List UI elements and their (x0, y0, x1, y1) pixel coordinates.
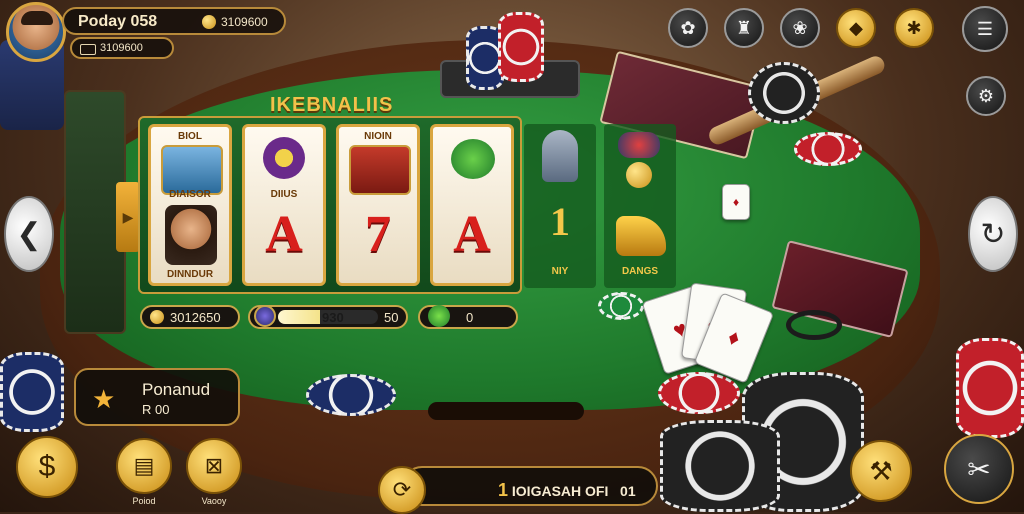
coins-stat: 3012650 (140, 305, 240, 329)
star-bolt-icon: ★ (92, 384, 116, 414)
chip-stack-black-front-2 (660, 420, 780, 512)
trophy-icon[interactable]: ♜ (724, 8, 764, 48)
coins-value: 3012650 (170, 310, 221, 325)
reel-big-symbol: A (265, 206, 303, 263)
slot-title: IKEBNALIIS (270, 94, 394, 116)
slot-reel-1: BIOL DIAISOR DINNDUR (148, 124, 232, 286)
pot-label: Ponanud (142, 380, 211, 399)
chip-ring (786, 310, 842, 340)
flower-icon[interactable]: ✿ (668, 8, 708, 48)
shield-icon[interactable]: ◆ (836, 8, 876, 48)
chip-red-cue (794, 132, 862, 166)
progress-stat: 930 50 (248, 305, 408, 329)
slot-reels-panel: BIOL DIAISOR DINNDUR DIIUS A NIOIN 7 A (138, 116, 522, 294)
pot-amount: R 00 (142, 402, 170, 417)
spin-icon[interactable]: ⟳ (378, 466, 426, 514)
bottom-status-label: IOIGASAH (511, 483, 582, 499)
reel-sub-label: DIIUS (270, 189, 298, 200)
reel-big-symbol: 7 (365, 206, 391, 263)
bird-statue-icon (542, 130, 578, 182)
pot-panel[interactable]: ★ Ponanud R 00 (74, 368, 240, 426)
chip-stack-red-right (956, 338, 1024, 438)
id-card-icon (80, 44, 96, 55)
player-id-pill[interactable]: 3109600 (70, 37, 174, 59)
bottom-status-bar[interactable]: 1 IOIGASAH OFI 01 (402, 466, 658, 506)
chip-black-top (748, 62, 820, 124)
shield-badge-icon (254, 305, 276, 327)
menu-list-icon[interactable]: ☰ (962, 6, 1008, 52)
bottom-status-count: 01 (620, 483, 636, 499)
player-id: 3109600 (100, 42, 143, 54)
refresh-arrow-icon[interactable]: ↻ (968, 196, 1018, 272)
side-label: DANGS (621, 266, 659, 277)
medallion-icon (263, 137, 305, 179)
coin-icon (150, 310, 164, 324)
previous-arrow-icon[interactable]: ❮ (4, 196, 54, 272)
playing-card-small: ♦ (722, 184, 750, 220)
chip-red-table (658, 372, 740, 414)
bottom-status-digit: 1 (498, 480, 509, 500)
gem-cluster-icon (618, 132, 660, 158)
gems-stat: 0 (418, 305, 518, 329)
gift-icon[interactable]: ❀ (780, 8, 820, 48)
reel-top-label: NIOIN (364, 131, 392, 142)
player-info-pill[interactable]: Poday 058 3109600 (62, 7, 286, 35)
tools-icon[interactable]: ✂ (944, 434, 1014, 504)
character-portrait-icon (165, 205, 217, 265)
slot-side-column-2: DANGS (604, 124, 676, 288)
gem-icon (428, 305, 450, 327)
player-name: Poday 058 (78, 13, 158, 30)
reel-top-label: BIOL (178, 131, 202, 142)
play-icon: ▶ (122, 208, 134, 225)
bottom-status-text: 1 IOIGASAH OFI 01 (498, 480, 636, 501)
progress-right-value: 50 (384, 310, 399, 325)
chip-blue-table (306, 374, 396, 416)
side-label: NIY (551, 266, 569, 277)
progress-bar-fill (278, 310, 320, 324)
slot-side-column-1: 1 NIY (524, 124, 596, 288)
settings-icon[interactable]: ✱ (894, 8, 934, 48)
ledger-button-label: Poiod (132, 496, 156, 506)
player-balance: 3109600 (221, 15, 268, 29)
gold-coin-icon (626, 162, 652, 188)
golden-genie-lamp-icon (616, 216, 666, 256)
gear-icon[interactable]: ⚙ (966, 76, 1006, 116)
table-chip-slot (428, 402, 584, 420)
side-big-symbol: 1 (550, 199, 570, 244)
avatar-hair (21, 11, 53, 25)
chip-stack-blue-left (0, 352, 64, 432)
chip-green-table (598, 292, 644, 320)
box-button-label: Vaooy (201, 496, 227, 506)
bottom-status-suffix: OFI (585, 483, 609, 499)
ledger-icon[interactable]: ▤ (116, 438, 172, 494)
coin-icon (202, 15, 216, 29)
progress-value: 930 (322, 310, 344, 325)
leaf-icon (451, 139, 495, 179)
gavel-icon[interactable]: ⚒ (850, 440, 912, 502)
treasure-book-icon (349, 145, 411, 195)
reel-sub-label: DIAISOR (169, 189, 211, 200)
slot-reel-4: A (430, 124, 514, 286)
play-lever-button[interactable]: ▶ (116, 182, 140, 252)
slot-reel-2: DIIUS A (242, 124, 326, 286)
gems-value: 0 (466, 310, 474, 325)
chip-stack-red (498, 12, 544, 82)
box-icon[interactable]: ⊠ (186, 438, 242, 494)
dollar-icon[interactable]: $ (16, 436, 78, 498)
player-avatar[interactable] (6, 2, 66, 62)
reel-big-symbol: A (453, 206, 491, 263)
reel-bottom-label: DINNDUR (166, 269, 214, 280)
landscape-icon (161, 145, 223, 195)
slot-reel-3: NIOIN 7 (336, 124, 420, 286)
